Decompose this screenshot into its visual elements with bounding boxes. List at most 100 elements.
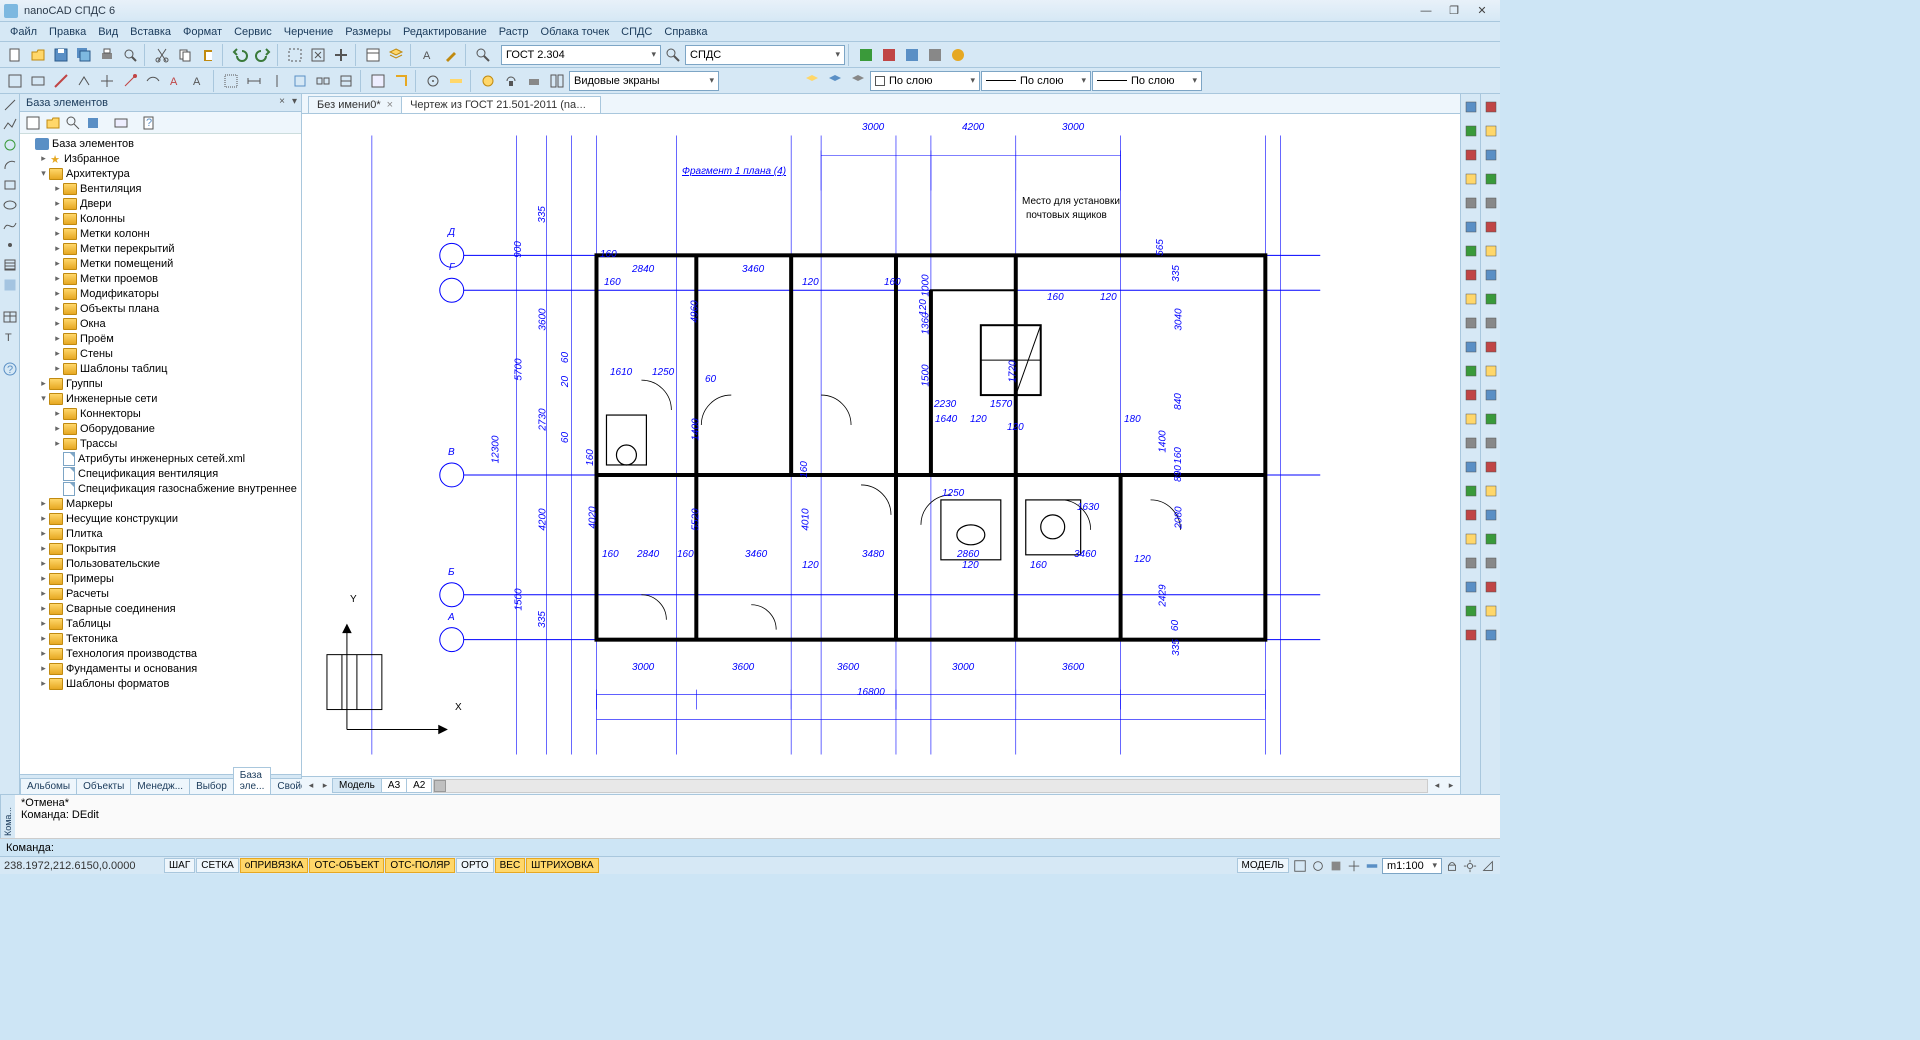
rtool-rv2-18-icon[interactable] [1480,528,1502,550]
status-icon-c[interactable] [1328,858,1344,874]
tree[interactable]: База элементов▸★Избранное▾Архитектура▸Ве… [20,134,301,774]
rtool-rv1-3-icon[interactable] [1460,168,1482,190]
status-btn-ОРТО[interactable]: ОРТО [456,858,493,873]
tree-node[interactable]: ▸Стены [20,346,301,361]
copy-icon[interactable] [174,44,196,66]
rtool-rv1-17-icon[interactable] [1460,504,1482,526]
rtool-rv2-17-icon[interactable] [1480,504,1502,526]
menu-формат[interactable]: Формат [177,24,228,40]
tree-node[interactable]: ▸Плитка [20,526,301,541]
status-icon-tri[interactable] [1480,858,1496,874]
status-icon-b[interactable] [1310,858,1326,874]
pan-icon[interactable] [330,44,352,66]
dim-b-icon[interactable] [243,70,265,92]
tree-node[interactable]: База элементов [20,136,301,151]
tree-node[interactable]: ▸Расчеты [20,586,301,601]
tree-node[interactable]: Спецификация газоснабжение внутреннее [20,481,301,496]
rtool-rv2-20-icon[interactable] [1480,576,1502,598]
edit-c-icon[interactable] [422,70,444,92]
tool-f-icon[interactable] [119,70,141,92]
tree-node[interactable]: ▸Группы [20,376,301,391]
rect-tool-icon[interactable] [1,176,19,194]
rtool-rv1-18-icon[interactable] [1460,528,1482,550]
dim-f-icon[interactable] [335,70,357,92]
tool-b-icon[interactable] [27,70,49,92]
saveall-icon[interactable] [73,44,95,66]
tree-node[interactable]: ▾Инженерные сети [20,391,301,406]
model-tab-A2[interactable]: A2 [406,778,432,793]
spds-btn1-icon[interactable] [855,44,877,66]
linetype-combo[interactable]: По слою [981,71,1091,91]
rtool-rv2-13-icon[interactable] [1480,408,1502,430]
rtool-rv2-6-icon[interactable] [1480,240,1502,262]
canvas[interactable]: Д Г В Б А Фрагмент 1 плана (4) Место для… [302,114,1460,776]
rtool-rv2-1-icon[interactable] [1480,120,1502,142]
tree-node[interactable]: ▸Метки колонн [20,226,301,241]
menu-растр[interactable]: Растр [493,24,535,40]
text-style-combo[interactable]: ГОСТ 2.304 [501,45,661,65]
tree-node[interactable]: ▸Сварные соединения [20,601,301,616]
line-tool-icon[interactable] [1,96,19,114]
rtool-rv2-22-icon[interactable] [1480,624,1502,646]
hatch-tool-icon[interactable] [1,256,19,274]
search-icon[interactable] [662,44,684,66]
panel-tb-3-icon[interactable] [64,114,82,132]
rtool-rv2-15-icon[interactable] [1480,456,1502,478]
brush-icon[interactable] [440,44,462,66]
properties-icon[interactable] [362,44,384,66]
layers-icon[interactable] [385,44,407,66]
layer-color-combo[interactable]: По слою [870,71,980,91]
tree-node[interactable]: ▸Пользовательские [20,556,301,571]
tree-node[interactable]: ▸★Избранное [20,151,301,166]
rtool-rv1-4-icon[interactable] [1460,192,1482,214]
tree-node[interactable]: ▸Метки помещений [20,256,301,271]
rtool-rv2-14-icon[interactable] [1480,432,1502,454]
rtool-rv2-10-icon[interactable] [1480,336,1502,358]
model-tab-first-icon[interactable]: ◂ [304,780,318,791]
standard-combo[interactable]: СПДС [685,45,845,65]
panel-tab-3[interactable]: Выбор [189,778,234,794]
spline-tool-icon[interactable] [1,216,19,234]
menu-файл[interactable]: Файл [4,24,43,40]
region-tool-icon[interactable] [1,276,19,294]
tree-node[interactable]: ▸Модификаторы [20,286,301,301]
panel-tab-2[interactable]: Менедж... [130,778,190,794]
tree-node[interactable]: ▸Объекты плана [20,301,301,316]
status-icon-lock[interactable] [1444,858,1460,874]
tree-node[interactable]: ▸Примеры [20,571,301,586]
menu-вид[interactable]: Вид [92,24,124,40]
ellipse-tool-icon[interactable] [1,196,19,214]
tree-node[interactable]: ▸Трассы [20,436,301,451]
rtool-rv2-16-icon[interactable] [1480,480,1502,502]
model-tab-prev-icon[interactable]: ▸ [318,780,332,791]
rtool-rv2-7-icon[interactable] [1480,264,1502,286]
panel-tb-1-icon[interactable] [24,114,42,132]
tree-node[interactable]: Атрибуты инженерных сетей.xml [20,451,301,466]
rtool-rv1-6-icon[interactable] [1460,240,1482,262]
status-model[interactable]: МОДЕЛЬ [1237,858,1289,873]
tool-h-icon[interactable]: A [165,70,187,92]
zoom-window-icon[interactable] [284,44,306,66]
vp-a-icon[interactable] [477,70,499,92]
tree-node[interactable]: ▸Метки перекрытий [20,241,301,256]
rtool-rv1-11-icon[interactable] [1460,360,1482,382]
tree-node[interactable]: ▸Маркеры [20,496,301,511]
vp-c-icon[interactable] [523,70,545,92]
minimize-button[interactable]: — [1412,2,1440,20]
spds-btn2-icon[interactable] [878,44,900,66]
menu-справка[interactable]: Справка [658,24,713,40]
status-btn-ШТРИХОВКА[interactable]: ШТРИХОВКА [526,858,598,873]
print-icon[interactable] [96,44,118,66]
rtool-rv1-19-icon[interactable] [1460,552,1482,574]
tree-node[interactable]: ▸Несущие конструкции [20,511,301,526]
tool-d-icon[interactable] [73,70,95,92]
tool-e-icon[interactable] [96,70,118,92]
save-icon[interactable] [50,44,72,66]
help-tool-icon[interactable]: ? [1,360,19,378]
status-icon-d[interactable] [1346,858,1362,874]
rtool-rv2-19-icon[interactable] [1480,552,1502,574]
tree-node[interactable]: ▸Окна [20,316,301,331]
tree-node[interactable]: ▸Шаблоны таблиц [20,361,301,376]
tree-node[interactable]: ▸Технология производства [20,646,301,661]
rtool-rv1-21-icon[interactable] [1460,600,1482,622]
